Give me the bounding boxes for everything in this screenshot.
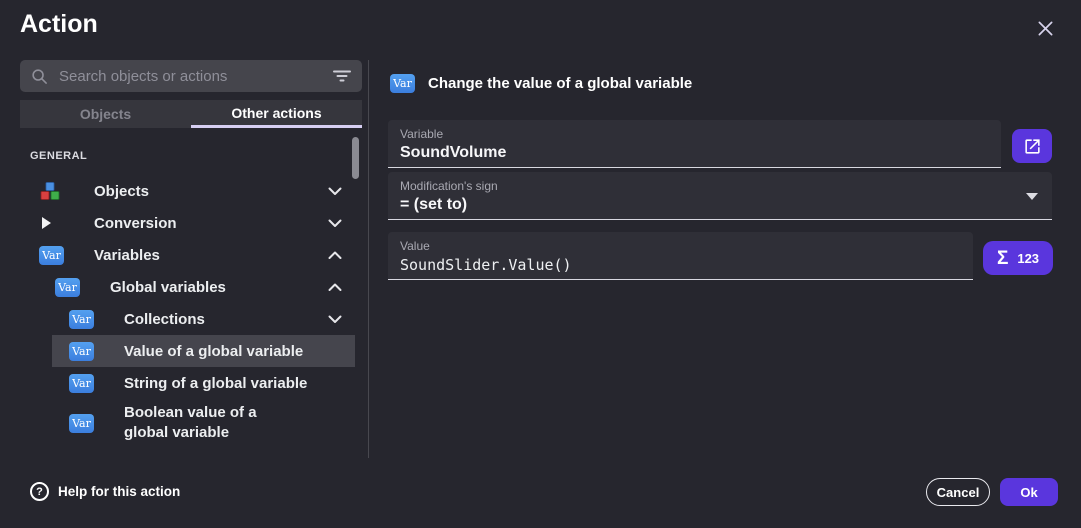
numbers-123-label: 123 — [1017, 252, 1039, 265]
sigma-icon: Σ — [997, 249, 1008, 268]
close-button[interactable] — [1032, 15, 1058, 41]
chevron-down-icon[interactable] — [327, 187, 343, 196]
chevron-up-icon[interactable] — [327, 283, 343, 292]
tree-item-collections[interactable]: Var Collections — [69, 303, 205, 335]
dropdown-caret-icon[interactable] — [1026, 193, 1038, 200]
tree-item-variables[interactable]: Var Variables — [39, 239, 160, 271]
action-header: Var Change the value of a global variabl… — [390, 74, 692, 93]
tree-item-label: Boolean value of a global variable — [124, 403, 302, 443]
tab-bar: Objects Other actions — [20, 100, 362, 128]
modification-sign-select[interactable]: Modification's sign = (set to) — [388, 172, 1052, 220]
variable-field[interactable]: Variable SoundVolume — [388, 120, 1001, 168]
tree-item-global-variables[interactable]: Var Global variables — [55, 271, 226, 303]
var-icon: Var — [69, 310, 94, 329]
tab-other-actions[interactable]: Other actions — [191, 100, 362, 128]
var-icon: Var — [69, 414, 94, 433]
open-in-new-icon — [1023, 137, 1042, 156]
tree-item-boolean-value-of-global-variable[interactable]: Var Boolean value of a global variable — [69, 399, 302, 447]
filter-icon[interactable] — [333, 69, 351, 83]
tab-objects[interactable]: Objects — [20, 100, 191, 128]
panel-divider — [368, 60, 369, 458]
search-bar[interactable] — [20, 60, 362, 92]
dialog-title: Action — [20, 10, 98, 39]
cancel-button[interactable]: Cancel — [926, 478, 990, 506]
chevron-down-icon[interactable] — [327, 219, 343, 228]
expression-builder-button[interactable]: Σ 123 — [983, 241, 1053, 275]
var-icon: Var — [390, 74, 415, 93]
tree-item-value-of-global-variable[interactable]: Var Value of a global variable — [69, 335, 303, 367]
conversion-triangle-icon — [42, 217, 51, 229]
close-icon — [1037, 20, 1054, 37]
tree-section-header: GENERAL — [30, 150, 87, 162]
action-title: Change the value of a global variable — [428, 75, 692, 92]
tree-item-label: Conversion — [94, 215, 177, 232]
tree-item-label: Variables — [94, 247, 160, 264]
tree-item-label: Global variables — [110, 279, 226, 296]
tree-item-label: Value of a global variable — [124, 343, 303, 360]
variable-field-label: Variable — [400, 127, 989, 141]
open-variable-editor-button[interactable] — [1012, 129, 1052, 163]
chevron-down-icon[interactable] — [327, 315, 343, 324]
tree-item-label: Collections — [124, 311, 205, 328]
value-field-value[interactable]: SoundSlider.Value() — [400, 253, 961, 277]
chevron-up-icon[interactable] — [327, 251, 343, 260]
var-icon: Var — [55, 278, 80, 297]
ok-button[interactable]: Ok — [1000, 478, 1058, 506]
var-icon: Var — [39, 246, 64, 265]
objects-cubes-icon — [40, 182, 60, 201]
tree-scrollbar[interactable] — [352, 137, 359, 179]
search-icon — [31, 68, 48, 85]
help-label: Help for this action — [58, 484, 180, 499]
tree-item-string-of-global-variable[interactable]: Var String of a global variable — [69, 367, 307, 399]
tree-item-conversion[interactable]: Conversion — [42, 207, 177, 239]
var-icon: Var — [69, 342, 94, 361]
help-question-icon: ? — [30, 482, 49, 501]
search-input[interactable] — [57, 67, 324, 86]
variable-field-value[interactable]: SoundVolume — [400, 141, 989, 165]
tree-item-label: String of a global variable — [124, 375, 307, 392]
modification-sign-value[interactable]: = (set to) — [400, 193, 1040, 217]
value-field-label: Value — [400, 239, 961, 253]
modification-sign-label: Modification's sign — [400, 179, 1040, 193]
var-icon: Var — [69, 374, 94, 393]
help-link[interactable]: ? Help for this action — [30, 482, 180, 501]
tree-item-label: Objects — [94, 183, 149, 200]
tree-item-objects[interactable]: Objects — [40, 175, 149, 207]
value-field[interactable]: Value SoundSlider.Value() — [388, 232, 973, 280]
